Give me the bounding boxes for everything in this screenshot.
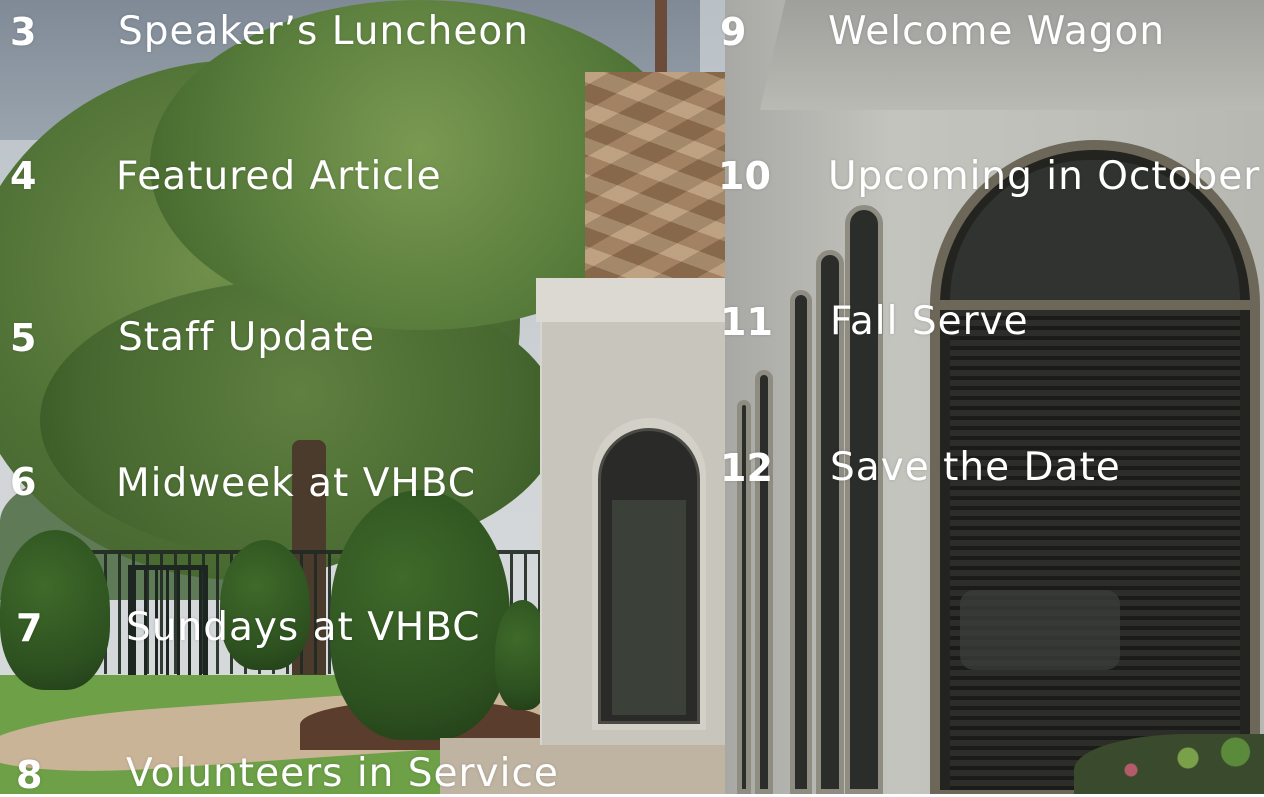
arched-window [845,205,883,794]
toc-page-number: 11 [720,300,773,344]
toc-page-number: 3 [10,10,37,54]
car-reflection [960,590,1120,670]
toc-page-number: 5 [10,316,37,360]
toc-entry-staff-update[interactable]: Staff Update [118,318,375,357]
toc-page-number: 8 [16,753,43,797]
toc-entry-featured-article[interactable]: Featured Article [116,157,442,196]
toc-page-number: 4 [10,154,37,198]
toc-page-number: 9 [720,10,747,54]
toc-entry-sundays[interactable]: Sundays at VHBC [126,608,481,647]
toc-page-number: 12 [720,446,773,490]
door-glass [612,500,686,715]
vestibule-cap [536,278,741,322]
toc-entry-upcoming-october[interactable]: Upcoming in October [828,157,1260,196]
window-shutters [950,310,1240,790]
toc-entry-speakers-luncheon[interactable]: Speaker’s Luncheon [118,12,529,51]
arched-window [790,290,812,794]
toc-entry-save-the-date[interactable]: Save the Date [830,448,1121,487]
toc-entry-volunteers[interactable]: Volunteers in Service [126,754,559,793]
toc-entry-welcome-wagon[interactable]: Welcome Wagon [828,12,1165,51]
arched-window [755,370,773,794]
toc-entry-fall-serve[interactable]: Fall Serve [830,302,1029,341]
chimney-pipe [655,0,667,80]
toc-entry-midweek[interactable]: Midweek at VHBC [116,464,476,503]
toc-page-number: 7 [16,606,43,650]
background-photo [0,0,1264,794]
toc-page-number: 6 [10,460,37,504]
toc-page-number: 10 [718,154,771,198]
